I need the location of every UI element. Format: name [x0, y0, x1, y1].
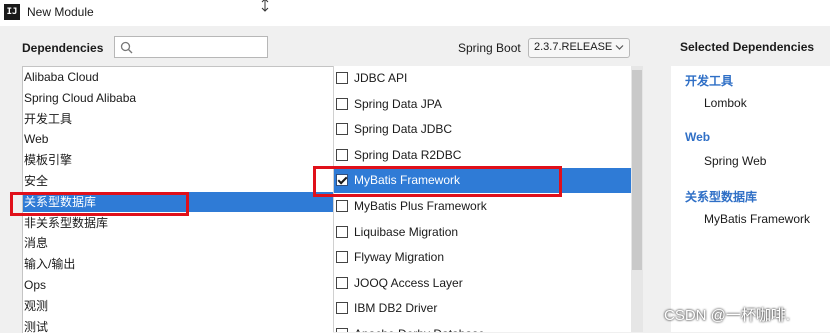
checkbox[interactable] — [336, 97, 348, 110]
dependency-item[interactable]: Spring Data R2DBC — [334, 143, 632, 168]
dependency-item[interactable]: MyBatis Plus Framework — [334, 194, 632, 219]
selected-group-title: 关系型数据库 — [685, 190, 758, 204]
dependency-label: Spring Data JPA — [354, 96, 442, 111]
checkbox[interactable] — [336, 328, 348, 332]
mouse-cursor-icon — [261, 0, 269, 12]
scrollbar-thumb[interactable] — [632, 70, 642, 270]
checkbox[interactable] — [336, 200, 348, 212]
checkbox[interactable] — [336, 225, 348, 238]
checkbox[interactable] — [336, 251, 348, 264]
dependencies-label: Dependencies — [22, 41, 104, 55]
search-icon — [120, 41, 133, 54]
category-item[interactable]: 安全 — [23, 171, 333, 191]
category-item[interactable]: 输入/输出 — [23, 254, 333, 274]
category-item[interactable]: 消息 — [23, 233, 333, 253]
selected-group-title: 开发工具 — [685, 74, 734, 88]
dependency-item[interactable]: JOOQ Access Layer — [334, 271, 632, 296]
dependency-label: Spring Data JDBC — [354, 122, 453, 137]
intellij-app-icon: IJ — [4, 4, 20, 20]
highlight-box-dependency — [313, 166, 562, 197]
selected-dependency-item[interactable]: Spring Web — [704, 154, 766, 168]
category-item[interactable]: Ops — [23, 275, 333, 295]
dependency-item[interactable]: JDBC API — [334, 66, 632, 91]
watermark: CSDN @一杯咖啡. — [664, 307, 791, 324]
highlight-box-category — [10, 192, 189, 216]
spring-boot-version-select[interactable]: 2.3.7.RELEASE — [528, 38, 630, 58]
checkbox[interactable] — [336, 123, 348, 136]
checkbox[interactable] — [336, 302, 348, 315]
dependency-search-input[interactable] — [114, 36, 268, 58]
selected-dependencies-panel: 开发工具 Lombok Web Spring Web 关系型数据库 MyBatis Fra… — [671, 66, 830, 332]
dependency-item[interactable]: IBM DB2 Driver — [334, 296, 632, 321]
dependency-label: JOOQ Access Layer — [354, 275, 463, 290]
selected-dependency-item[interactable]: MyBatis Framework — [704, 212, 810, 226]
dependency-label: Liquibase Migration — [354, 224, 459, 239]
dependency-label: Spring Data R2DBC — [354, 147, 462, 162]
category-item[interactable]: 观测 — [23, 296, 333, 316]
spring-boot-label: Spring Boot — [458, 41, 521, 55]
dependency-label: Flyway Migration — [354, 250, 445, 265]
dependency-item[interactable]: Flyway Migration — [334, 245, 632, 270]
dependency-label: JDBC API — [354, 71, 408, 85]
dependency-list: JDBC API Spring Data JPA Spring Data JDBC S… — [333, 66, 632, 332]
category-item[interactable]: Spring Cloud Alibaba — [23, 88, 333, 108]
window-title: New Module — [27, 5, 94, 19]
checkbox[interactable] — [336, 276, 348, 289]
category-item[interactable]: Web — [23, 129, 333, 149]
dependency-item[interactable]: Liquibase Migration — [334, 220, 632, 245]
category-item[interactable]: Alibaba Cloud — [23, 67, 333, 87]
dependency-item[interactable]: Spring Data JDBC — [334, 117, 632, 142]
title-bar — [0, 0, 830, 26]
checkbox[interactable] — [336, 72, 348, 84]
checkbox[interactable] — [336, 148, 348, 161]
dependency-label: Apache Derby Database — [354, 327, 485, 332]
dependency-label: IBM DB2 Driver — [354, 301, 438, 316]
spring-boot-version-value: 2.3.7.RELEASE — [534, 41, 613, 53]
dependency-item[interactable]: Apache Derby Database — [334, 322, 632, 332]
selected-group-title: Web — [685, 130, 711, 144]
selected-dependencies-title: Selected Dependencies — [680, 40, 815, 54]
dependency-label: MyBatis Plus Framework — [354, 199, 487, 213]
category-item[interactable]: 开发工具 — [23, 109, 333, 129]
chevron-down-icon — [615, 45, 624, 50]
selected-dependency-item[interactable]: Lombok — [704, 96, 747, 110]
category-item[interactable]: 模板引擎 — [23, 150, 333, 170]
dependency-item[interactable]: Spring Data JPA — [334, 92, 632, 117]
category-item[interactable]: 测试 — [23, 317, 333, 333]
